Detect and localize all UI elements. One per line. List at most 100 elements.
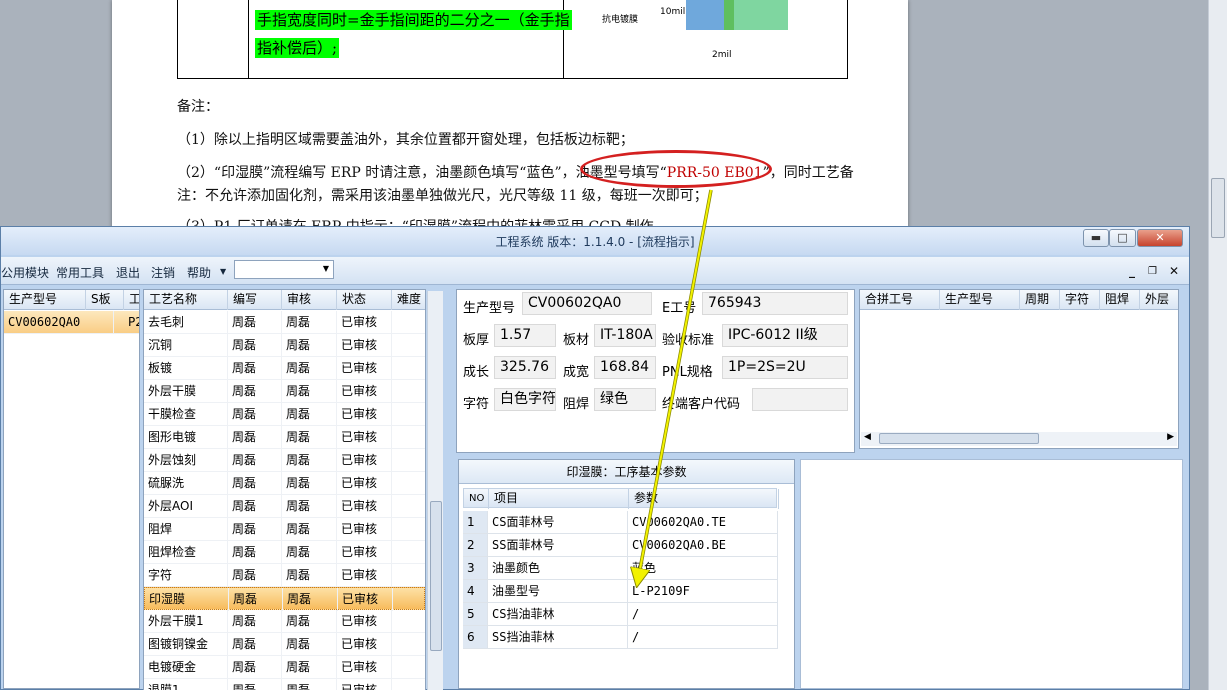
label-model: 生产型号 <box>463 301 516 316</box>
table-row[interactable]: 外层AOI 周磊 周磊 已审核 <box>144 495 425 518</box>
table-cell: 阻焊检查 <box>144 541 228 564</box>
table-cell: 周磊 <box>228 541 282 564</box>
column-header[interactable]: 阻焊 <box>1100 290 1140 310</box>
mdi-minimize-icon[interactable]: _ <box>1129 264 1135 278</box>
solder-mask-field[interactable]: 绿色 <box>594 388 656 411</box>
table-row[interactable]: 板镀 周磊 周磊 已审核 <box>144 357 425 380</box>
title-bar[interactable]: 工程系统 版本：1.1.4.0 - [流程指示] ▬ □ ✕ <box>1 227 1189 255</box>
maximize-button[interactable]: □ <box>1109 229 1136 247</box>
menu-item-common-module[interactable]: 公用模块 <box>1 264 49 281</box>
table-cell: 外层AOI <box>144 495 228 518</box>
table-row[interactable]: 外层蚀刻 周磊 周磊 已审核 <box>144 449 425 472</box>
label-customer-code: 终端客户代码 <box>662 397 741 412</box>
menu-item-help[interactable]: 帮助 <box>187 264 211 281</box>
menu-item-tools[interactable]: 常用工具 <box>56 264 104 281</box>
table-cell: 硫脲洗 <box>144 472 228 495</box>
table-cell: 周磊 <box>282 633 337 656</box>
table-cell: 周磊 <box>282 679 337 690</box>
column-header[interactable]: 外层 <box>1140 290 1178 310</box>
table-row[interactable]: 外层干膜 周磊 周磊 已审核 <box>144 380 425 403</box>
chevron-down-icon[interactable]: ▼ <box>323 264 329 273</box>
close-button[interactable]: ✕ <box>1137 229 1183 247</box>
table-cell: 周磊 <box>282 403 337 426</box>
table-row[interactable]: 电镀硬金 周磊 周磊 已审核 <box>144 656 425 679</box>
table-row[interactable]: 退膜1 周磊 周磊 已审核 <box>144 679 425 690</box>
column-header[interactable]: NO <box>464 489 489 509</box>
table-cell: 周磊 <box>282 311 337 334</box>
width-field[interactable]: 168.84 <box>594 356 656 379</box>
table-row[interactable]: 阻焊 周磊 周磊 已审核 <box>144 518 425 541</box>
table-cell: 周磊 <box>282 541 337 564</box>
table-row[interactable]: 阻焊检查 周磊 周磊 已审核 <box>144 541 425 564</box>
table-cell: 油墨型号 <box>488 580 628 603</box>
column-header[interactable]: 字符 <box>1060 290 1100 310</box>
model-field[interactable]: CV00602QA0 <box>522 292 652 315</box>
figure-label: 2mil <box>712 50 732 60</box>
table-cell: 已审核 <box>337 610 392 633</box>
table-row[interactable]: 干膜检查 周磊 周磊 已审核 <box>144 403 425 426</box>
character-field[interactable]: 白色字符 <box>494 388 556 411</box>
column-header[interactable]: 状态 <box>337 290 392 310</box>
column-header[interactable]: S板 <box>86 290 124 310</box>
document-scrollbar[interactable] <box>1208 0 1227 690</box>
table-row[interactable]: 图镀铜镍金 周磊 周磊 已审核 <box>144 633 425 656</box>
table-cell: 油墨颜色 <box>488 557 628 580</box>
material-field[interactable]: IT-180A <box>594 324 656 347</box>
menu-item-logout[interactable]: 注销 <box>151 264 175 281</box>
column-header[interactable]: 编写 <box>228 290 282 310</box>
column-header[interactable]: 工艺名称 <box>144 290 228 310</box>
column-header[interactable]: 参数 <box>629 489 779 509</box>
table-row[interactable]: 图形电镀 周磊 周磊 已审核 <box>144 426 425 449</box>
table-row[interactable]: 硫脲洗 周磊 周磊 已审核 <box>144 472 425 495</box>
length-field[interactable]: 325.76 <box>494 356 556 379</box>
label-character: 字符 <box>463 397 490 412</box>
table-cell: SS挡油菲林 <box>488 626 628 649</box>
note-title: 备注： <box>177 99 219 115</box>
column-header[interactable]: 生产型号 <box>940 290 1020 310</box>
table-row[interactable]: 去毛刺 周磊 周磊 已审核 <box>144 311 425 334</box>
table-cell: CV00602QA0 <box>4 311 114 334</box>
customer-code-field[interactable] <box>752 388 848 411</box>
table-cell: 已审核 <box>337 495 392 518</box>
thickness-field[interactable]: 1.57 <box>494 324 556 347</box>
standard-field[interactable]: IPC-6012 II级 <box>722 324 848 347</box>
table-row[interactable]: 外层干膜1 周磊 周磊 已审核 <box>144 610 425 633</box>
column-header[interactable]: 工 <box>124 290 139 310</box>
scroll-right-icon[interactable]: ▶ <box>1167 432 1174 442</box>
scroll-left-icon[interactable]: ◀ <box>864 432 871 442</box>
column-header[interactable]: 项目 <box>489 489 629 509</box>
chevron-down-icon[interactable]: ▼ <box>220 267 226 276</box>
table-cell: 已审核 <box>337 311 392 334</box>
table-cell: / <box>628 626 778 649</box>
note-line: 注：不允许添加固化剂，需采用该油墨单独做光尺，光尺等级 11 级，每班一次即可； <box>177 188 708 204</box>
scrollbar-thumb[interactable] <box>879 433 1039 444</box>
toolbar-combo[interactable]: ▼ <box>234 260 334 279</box>
mdi-close-icon[interactable]: ✕ <box>1169 264 1179 278</box>
table-cell: 周磊 <box>229 588 283 611</box>
table-row[interactable]: 沉铜 周磊 周磊 已审核 <box>144 334 425 357</box>
mdi-restore-icon[interactable]: ❐ <box>1148 266 1157 277</box>
table-cell: 周磊 <box>228 426 282 449</box>
column-header[interactable]: 审核 <box>282 290 337 310</box>
column-header[interactable]: 难度 <box>392 290 425 310</box>
table-row[interactable]: 印湿膜 周磊 周磊 已审核 <box>144 587 425 611</box>
pnl-field[interactable]: 1P=2S=2U <box>722 356 848 379</box>
table-row[interactable]: CV00602QA0 P2 <box>4 311 139 334</box>
scrollbar-thumb[interactable] <box>430 501 442 651</box>
merge-table-scrollbar[interactable]: ◀ ▶ <box>861 432 1177 446</box>
table-row[interactable]: 字符 周磊 周磊 已审核 <box>144 564 425 587</box>
menu-item-exit[interactable]: 退出 <box>116 264 140 281</box>
eng-no-field[interactable]: 765943 <box>702 292 848 315</box>
table-cell: 图形电镀 <box>144 426 228 449</box>
params-title: 印湿膜：工序基本参数 <box>459 460 794 484</box>
table-cell: 去毛刺 <box>144 311 228 334</box>
column-header[interactable]: 周期 <box>1020 290 1060 310</box>
column-header[interactable]: 合拼工号 <box>860 290 940 310</box>
table-cell: 已审核 <box>337 472 392 495</box>
annotation-ellipse <box>580 150 772 188</box>
scrollbar-thumb[interactable] <box>1211 178 1225 238</box>
minimize-button[interactable]: ▬ <box>1083 229 1109 247</box>
table-cell: 已审核 <box>337 541 392 564</box>
column-header[interactable]: 生产型号 <box>4 290 86 310</box>
process-list-scrollbar[interactable] <box>427 291 443 690</box>
